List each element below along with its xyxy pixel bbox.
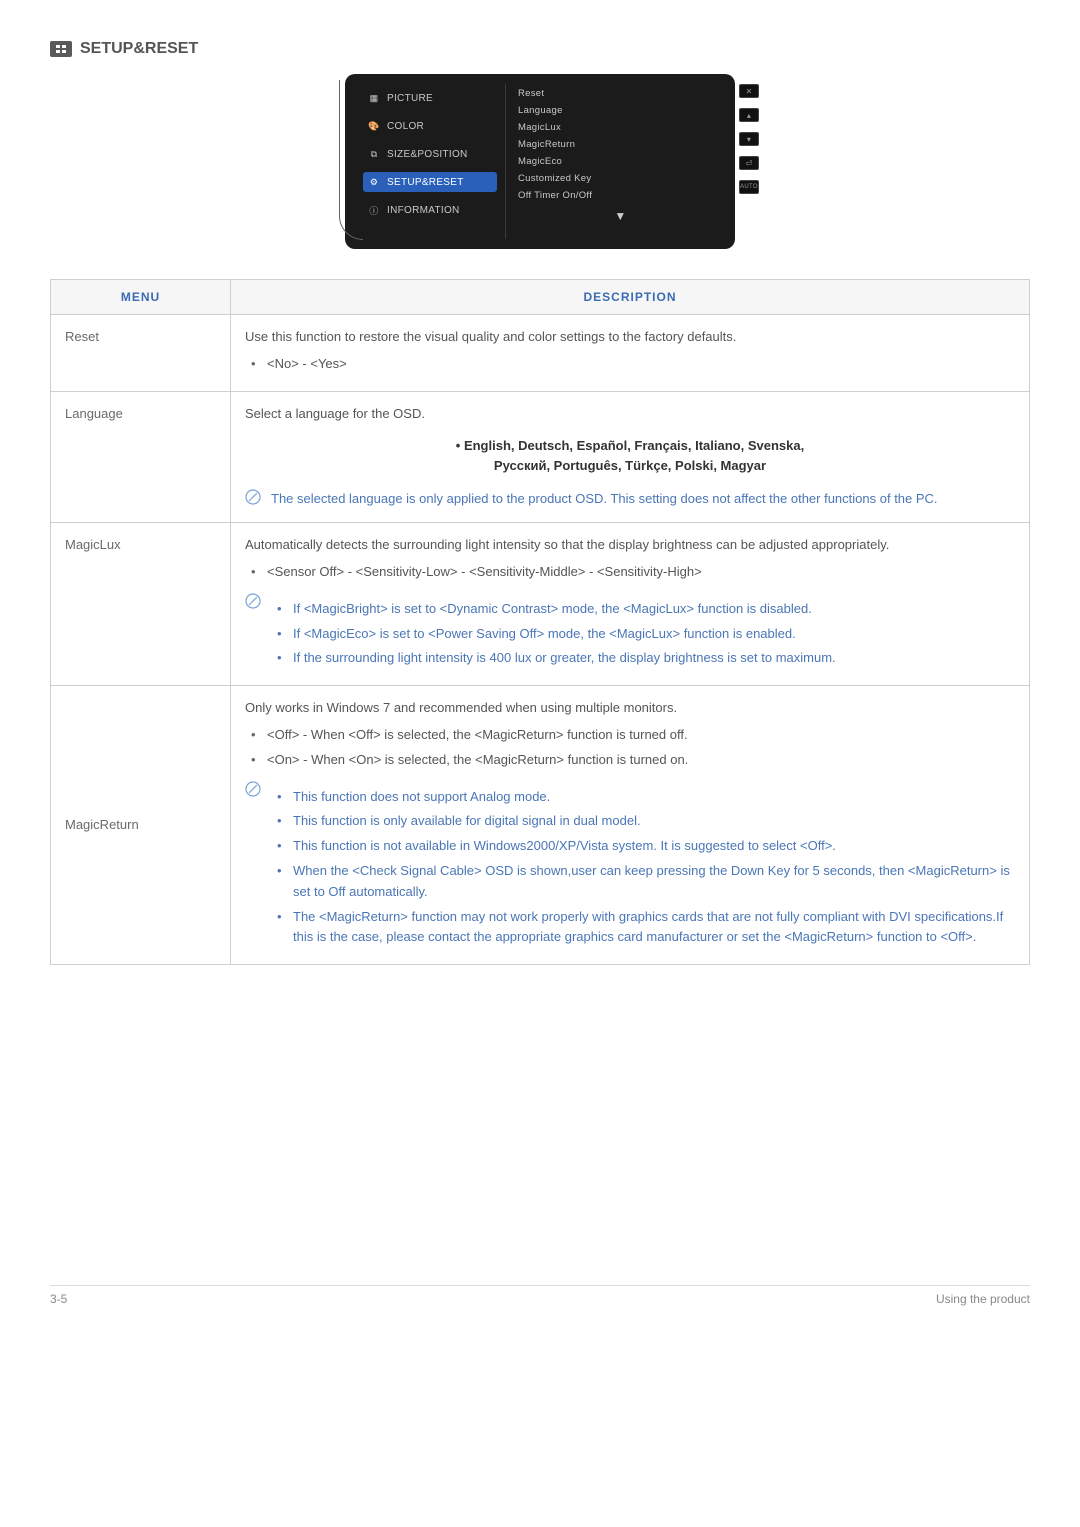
note-list: This function does not support Analog mo… — [271, 787, 1015, 953]
osd-item: MagicLux — [518, 122, 723, 133]
language-line: • English, Deutsch, Español, Français, I… — [245, 436, 1015, 456]
osd-menu-color: 🎨COLOR — [363, 116, 497, 136]
menu-cell: MagicLux — [51, 523, 231, 686]
note-icon — [245, 593, 261, 609]
osd-menu-information: ⓘINFORMATION — [363, 200, 497, 220]
osd-menu-sizepos: ⧉SIZE&POSITION — [363, 144, 497, 164]
language-line: Русский, Português, Türkçe, Polski, Magy… — [245, 456, 1015, 476]
osd-item: Language — [518, 105, 723, 116]
list-item: <On> - When <On> is selected, the <Magic… — [251, 750, 1015, 771]
list-item: If <MagicEco> is set to <Power Saving Of… — [277, 624, 836, 645]
note-block: If <MagicBright> is set to <Dynamic Cont… — [245, 593, 1015, 673]
osd-btn-auto: AUTO — [739, 180, 759, 194]
magicreturn-intro: Only works in Windows 7 and recommended … — [245, 698, 1015, 719]
list-item: When the <Check Signal Cable> OSD is sho… — [277, 861, 1015, 903]
menu-cell: Language — [51, 391, 231, 523]
list-item: This function is only available for digi… — [277, 811, 1015, 832]
table-row: MagicLux Automatically detects the surro… — [51, 523, 1030, 686]
osd-menu-label: PICTURE — [387, 93, 433, 104]
section-title: SETUP&RESET — [80, 40, 198, 58]
note-block: The selected language is only applied to… — [245, 489, 1015, 510]
desc-cell: Only works in Windows 7 and recommended … — [231, 686, 1030, 965]
list-item: If <MagicBright> is set to <Dynamic Cont… — [277, 599, 836, 620]
osd-panel: ▦PICTURE 🎨COLOR ⧉SIZE&POSITION ⚙SETUP&RE… — [345, 74, 735, 249]
osd-btn-up: ▴ — [739, 108, 759, 122]
table-row: Reset Use this function to restore the v… — [51, 315, 1030, 392]
note-icon — [245, 781, 261, 797]
note-text: The selected language is only applied to… — [271, 489, 938, 510]
desc-cell: Use this function to restore the visual … — [231, 315, 1030, 392]
list-item: <No> - <Yes> — [251, 354, 1015, 375]
osd-btn-enter: ⏎ — [739, 156, 759, 170]
list-item: The <MagicReturn> function may not work … — [277, 907, 1015, 949]
osd-item: MagicReturn — [518, 139, 723, 150]
osd-menu-picture: ▦PICTURE — [363, 88, 497, 108]
reset-intro: Use this function to restore the visual … — [245, 327, 1015, 348]
setup-icon — [50, 41, 72, 57]
osd-menu-setupreset: ⚙SETUP&RESET — [363, 172, 497, 192]
th-menu: MENU — [51, 280, 231, 315]
list-item: This function does not support Analog mo… — [277, 787, 1015, 808]
th-desc: DESCRIPTION — [231, 280, 1030, 315]
magiclux-intro: Automatically detects the surrounding li… — [245, 535, 1015, 556]
list-item: <Off> - When <Off> is selected, the <Mag… — [251, 725, 1015, 746]
osd-item: Reset — [518, 88, 723, 99]
settings-table: MENU DESCRIPTION Reset Use this function… — [50, 279, 1030, 965]
osd-left-menu: ▦PICTURE 🎨COLOR ⧉SIZE&POSITION ⚙SETUP&RE… — [345, 74, 505, 249]
osd-btn-close: ✕ — [739, 84, 759, 98]
osd-item: MagicEco — [518, 156, 723, 167]
list-item: <Sensor Off> - <Sensitivity-Low> - <Sens… — [251, 562, 1015, 583]
magiclux-opts: <Sensor Off> - <Sensitivity-Low> - <Sens… — [245, 562, 1015, 583]
language-list: • English, Deutsch, Español, Français, I… — [245, 436, 1015, 475]
footer-right: Using the product — [936, 1292, 1030, 1306]
menu-cell: MagicReturn — [51, 686, 231, 965]
desc-cell: Select a language for the OSD. • English… — [231, 391, 1030, 523]
osd-image: ▦PICTURE 🎨COLOR ⧉SIZE&POSITION ⚙SETUP&RE… — [50, 74, 1030, 249]
osd-item: Customized Key — [518, 173, 723, 184]
page-footer: 3-5 Using the product — [50, 1285, 1030, 1306]
note-block: This function does not support Analog mo… — [245, 781, 1015, 953]
note-icon — [245, 489, 261, 505]
menu-cell: Reset — [51, 315, 231, 392]
section-header: SETUP&RESET — [50, 40, 1030, 58]
osd-arrow-icon: ▼ — [518, 209, 723, 223]
osd-menu-label: SIZE&POSITION — [387, 149, 468, 160]
table-row: Language Select a language for the OSD. … — [51, 391, 1030, 523]
note-list: If <MagicBright> is set to <Dynamic Cont… — [271, 599, 836, 673]
osd-right-menu: Reset Language MagicLux MagicReturn Magi… — [506, 74, 735, 249]
table-row: MagicReturn Only works in Windows 7 and … — [51, 686, 1030, 965]
magicreturn-items: <Off> - When <Off> is selected, the <Mag… — [245, 725, 1015, 771]
footer-left: 3-5 — [50, 1292, 67, 1306]
reset-opts: <No> - <Yes> — [245, 354, 1015, 375]
list-item: If the surrounding light intensity is 40… — [277, 648, 836, 669]
osd-menu-label: SETUP&RESET — [387, 177, 464, 188]
osd-btn-down: ▾ — [739, 132, 759, 146]
list-item: This function is not available in Window… — [277, 836, 1015, 857]
osd-item: Off Timer On/Off — [518, 190, 723, 201]
language-intro: Select a language for the OSD. — [245, 404, 1015, 425]
osd-buttons: ✕ ▴ ▾ ⏎ AUTO — [739, 84, 759, 194]
osd-menu-label: COLOR — [387, 121, 424, 132]
osd-menu-label: INFORMATION — [387, 205, 460, 216]
desc-cell: Automatically detects the surrounding li… — [231, 523, 1030, 686]
